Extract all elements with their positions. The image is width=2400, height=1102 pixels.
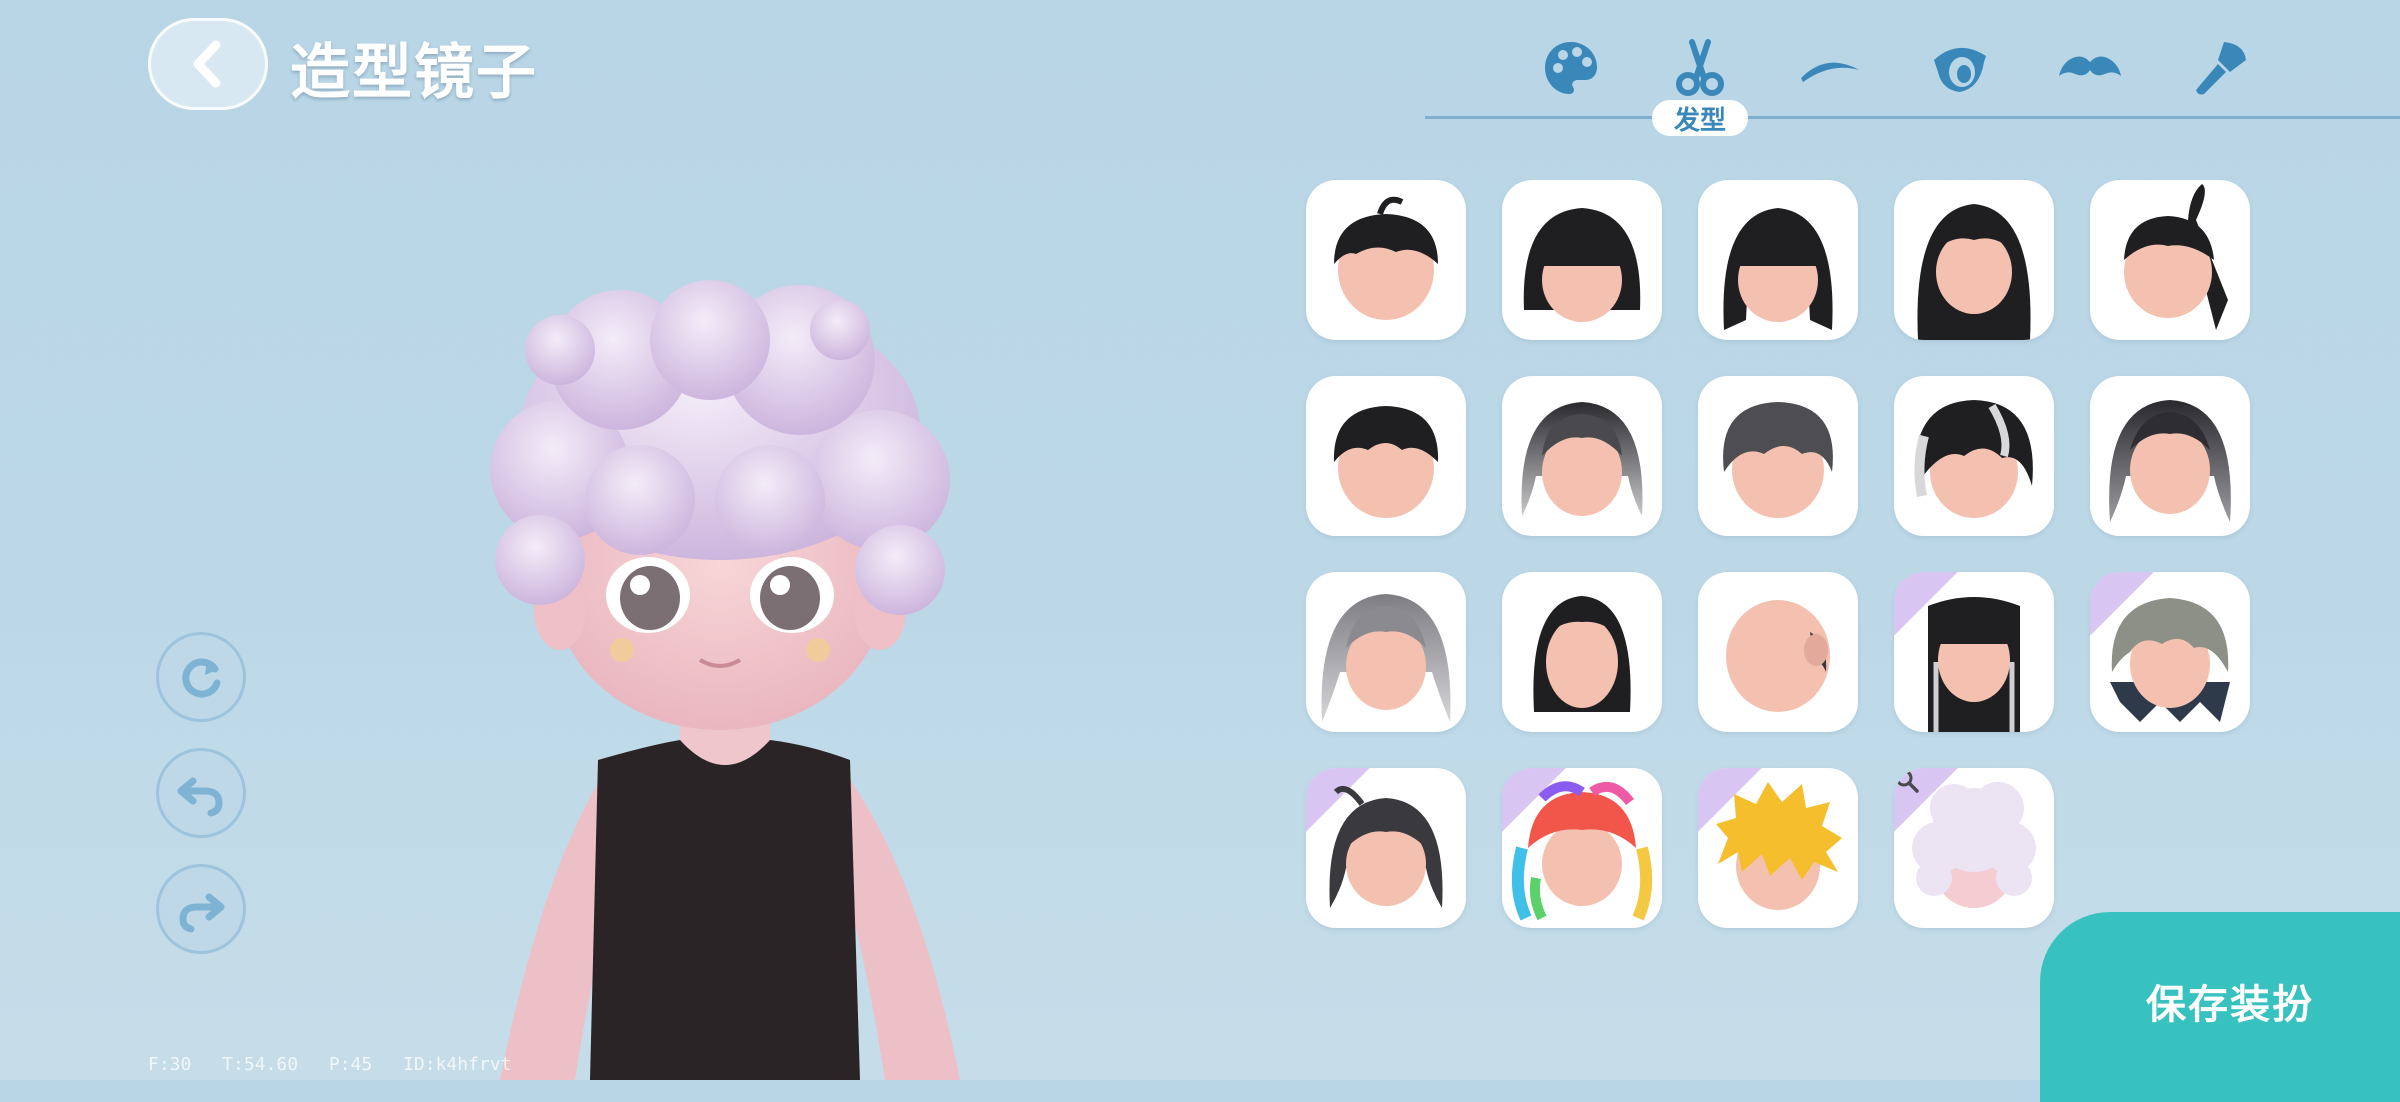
undo-button[interactable] bbox=[156, 748, 246, 838]
eyebrow-icon bbox=[1801, 62, 1859, 82]
hairstyle-option[interactable] bbox=[1502, 180, 1662, 340]
hairstyle-thumbnail bbox=[1723, 208, 1833, 330]
tab-makeup[interactable] bbox=[2180, 28, 2260, 108]
hairstyle-option-selected[interactable] bbox=[1894, 768, 2054, 928]
undo-icon bbox=[177, 777, 223, 817]
palette-icon bbox=[1545, 42, 1597, 94]
tab-palette[interactable] bbox=[1531, 28, 1611, 108]
redo-icon bbox=[179, 893, 225, 933]
mustache-icon bbox=[2059, 56, 2121, 76]
hairstyle-thumbnail bbox=[1917, 204, 2031, 340]
tab-eyebrow[interactable] bbox=[1790, 28, 1870, 108]
hairstyle-thumbnail bbox=[1533, 596, 1631, 712]
back-button[interactable] bbox=[148, 18, 268, 110]
reset-button[interactable] bbox=[156, 632, 246, 722]
hairstyle-thumbnail bbox=[1723, 402, 1833, 518]
hairstyle-option[interactable] bbox=[1894, 572, 2054, 732]
hairstyle-thumbnail bbox=[1928, 597, 2020, 732]
hairstyle-option[interactable] bbox=[1894, 376, 2054, 536]
chevron-left-icon bbox=[193, 40, 221, 88]
hairstyle-option[interactable] bbox=[2090, 376, 2250, 536]
hairstyle-option[interactable] bbox=[1698, 180, 1858, 340]
hairstyle-option[interactable] bbox=[1894, 180, 2054, 340]
hairstyle-option[interactable] bbox=[1502, 768, 1662, 928]
redo-button[interactable] bbox=[156, 864, 246, 954]
tab-mustache[interactable] bbox=[2050, 28, 2130, 108]
hairstyle-thumbnail bbox=[1523, 208, 1641, 322]
hairstyle-option[interactable] bbox=[1698, 768, 1858, 928]
tab-hairstyle-label: 发型 bbox=[1652, 100, 1748, 136]
save-outfit-button[interactable]: 保存装扮 bbox=[2040, 912, 2400, 1102]
hairstyle-option[interactable] bbox=[1306, 180, 1466, 340]
brush-icon bbox=[2196, 42, 2246, 95]
hairstyle-option[interactable] bbox=[1698, 572, 1858, 732]
hairstyle-thumbnail bbox=[1334, 196, 1438, 320]
eye-icon bbox=[1934, 47, 1986, 92]
hairstyle-thumbnail bbox=[1716, 782, 1842, 910]
tab-hairstyle[interactable] bbox=[1660, 28, 1740, 108]
hairstyle-option[interactable] bbox=[2090, 180, 2250, 340]
tab-eyes[interactable] bbox=[1920, 28, 2000, 108]
hairstyle-thumbnail bbox=[1333, 406, 1439, 518]
hairstyle-thumbnail bbox=[1914, 400, 2033, 518]
hairstyle-thumbnail bbox=[2110, 598, 2230, 722]
hairstyle-thumbnail bbox=[2124, 184, 2228, 330]
scissors-icon bbox=[1676, 39, 1724, 96]
hairstyle-thumbnail bbox=[1329, 786, 1443, 908]
hairstyle-option[interactable] bbox=[1306, 572, 1466, 732]
reset-icon bbox=[182, 658, 221, 698]
hairstyle-thumbnail bbox=[1321, 594, 1451, 722]
hairstyle-option[interactable] bbox=[1502, 572, 1662, 732]
hairstyle-thumbnail bbox=[2109, 400, 2231, 522]
page-title: 造型镜子 bbox=[290, 38, 538, 108]
hairstyle-thumbnail bbox=[1726, 600, 1830, 712]
hairstyle-option[interactable] bbox=[2090, 572, 2250, 732]
debug-info: F:30 T:54.60 P:45 ID:k4hfrvt bbox=[148, 1054, 512, 1075]
magnify-icon bbox=[1895, 769, 1919, 793]
hairstyle-thumbnail bbox=[1521, 402, 1643, 516]
hairstyle-option[interactable] bbox=[1306, 376, 1466, 536]
hairstyle-option[interactable] bbox=[1306, 768, 1466, 928]
hairstyle-option[interactable] bbox=[1502, 376, 1662, 536]
game-scene: 造型镜子 发型 保存装扮 F:30 T:54.60 P:45 ID:k4hfrv… bbox=[0, 0, 2400, 1102]
hairstyle-thumbnail bbox=[1511, 781, 1653, 921]
tab-bar-divider bbox=[1425, 116, 2400, 119]
hairstyle-option[interactable] bbox=[1698, 376, 1858, 536]
